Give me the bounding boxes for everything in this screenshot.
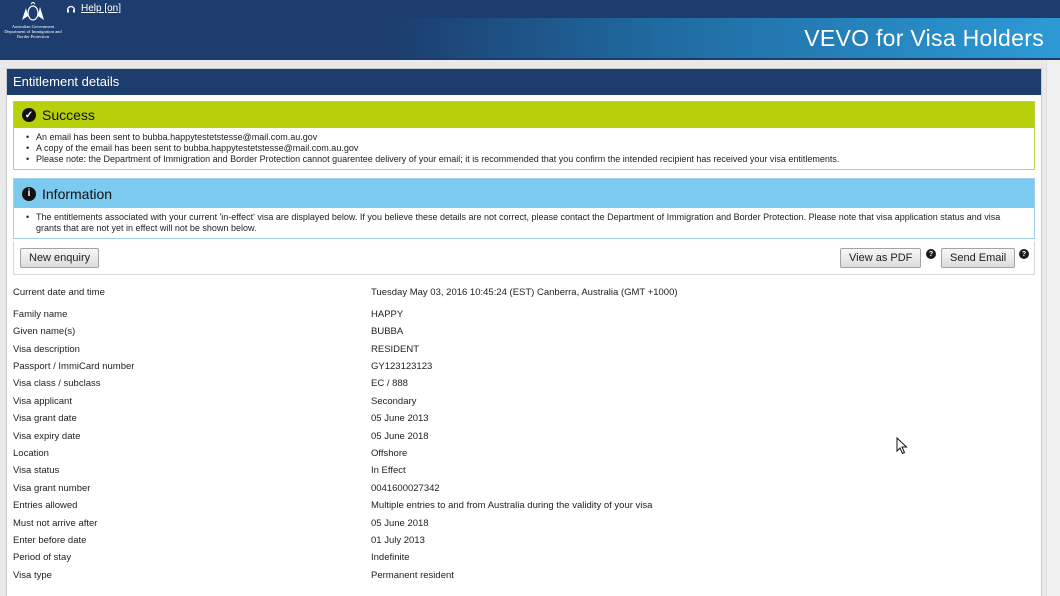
detail-value: 05 June 2018 bbox=[371, 431, 429, 442]
new-enquiry-button[interactable]: New enquiry bbox=[20, 248, 100, 268]
detail-label: Visa status bbox=[13, 465, 60, 476]
information-alert: i Information The entitlements associate… bbox=[13, 178, 1035, 239]
detail-value: GY123123123 bbox=[371, 361, 433, 372]
detail-value: HAPPY bbox=[371, 309, 404, 320]
detail-row: Visa type Permanent resident bbox=[13, 570, 1013, 584]
detail-row: Passport / ImmiCard number GY123123123 bbox=[13, 361, 1013, 375]
detail-label: Current date and time bbox=[13, 287, 105, 298]
success-messages: An email has been sent to bubba.happytes… bbox=[14, 128, 1034, 169]
detail-row: Current date and time Tuesday May 03, 201… bbox=[13, 287, 1013, 301]
detail-label: Entries allowed bbox=[13, 500, 78, 511]
detail-row: Family name HAPPY bbox=[13, 309, 1013, 323]
information-message: The entitlements associated with your cu… bbox=[26, 212, 1026, 234]
detail-row: Location Offshore bbox=[13, 448, 1013, 462]
detail-label: Visa grant number bbox=[13, 483, 91, 494]
detail-row: Visa expiry date 05 June 2018 bbox=[13, 431, 1013, 445]
detail-label: Visa type bbox=[13, 570, 52, 581]
detail-row: Entries allowed Multiple entries to and f… bbox=[13, 500, 1013, 514]
detail-label: Must not arrive after bbox=[13, 518, 98, 529]
detail-value: Indefinite bbox=[371, 552, 410, 563]
send-email-button[interactable]: Send Email bbox=[941, 248, 1016, 268]
detail-value: 05 June 2013 bbox=[371, 413, 429, 424]
success-message: An email has been sent to bubba.happytes… bbox=[26, 132, 1026, 143]
detail-row: Must not arrive after 05 June 2018 bbox=[13, 518, 1013, 532]
detail-row: Visa class / subclass EC / 888 bbox=[13, 378, 1013, 392]
detail-row: Enter before date 01 July 2013 bbox=[13, 535, 1013, 549]
detail-row: Visa grant number 0041600027342 bbox=[13, 483, 1013, 497]
top-banner: Australian Government Department of Immi… bbox=[0, 0, 1060, 60]
detail-label: Visa applicant bbox=[13, 396, 72, 407]
detail-row: Visa status In Effect bbox=[13, 465, 1013, 479]
detail-value: 0041600027342 bbox=[371, 483, 440, 494]
crest-text: Australian Government Department of Immi… bbox=[4, 24, 62, 39]
detail-label: Visa expiry date bbox=[13, 431, 81, 442]
detail-label: Location bbox=[13, 448, 49, 459]
detail-label: Visa class / subclass bbox=[13, 378, 101, 389]
headset-icon bbox=[66, 5, 76, 12]
detail-value: 05 June 2018 bbox=[371, 518, 429, 529]
detail-row: Visa description RESIDENT bbox=[13, 344, 1013, 358]
detail-label: Visa description bbox=[13, 344, 80, 355]
detail-label: Passport / ImmiCard number bbox=[13, 361, 135, 372]
info-circle-icon: i bbox=[22, 186, 36, 201]
help-link[interactable]: Help [on] bbox=[81, 3, 121, 14]
detail-value: 01 July 2013 bbox=[371, 535, 425, 546]
detail-value: Secondary bbox=[371, 396, 417, 407]
government-crest-logo: Australian Government Department of Immi… bbox=[4, 2, 62, 46]
information-title: Information bbox=[42, 185, 113, 202]
detail-value: Permanent resident bbox=[371, 570, 454, 581]
help-question-icon[interactable]: ? bbox=[1019, 249, 1029, 259]
detail-value: Offshore bbox=[371, 448, 408, 459]
detail-label: Visa grant date bbox=[13, 413, 77, 424]
help-question-icon[interactable]: ? bbox=[926, 249, 936, 259]
information-messages: The entitlements associated with your cu… bbox=[14, 208, 1034, 238]
detail-row: Given name(s) BUBBA bbox=[13, 326, 1013, 340]
detail-label: Family name bbox=[13, 309, 68, 320]
success-message: A copy of the email has been sent to bub… bbox=[26, 143, 1026, 154]
action-toolbar: New enquiry View as PDF ? Send Email ? bbox=[13, 241, 1035, 275]
success-alert: ✓ Success An email has been sent to bubb… bbox=[13, 101, 1035, 170]
entitlement-panel: Entitlement details ✓ Success An email h… bbox=[6, 68, 1042, 596]
success-title: Success bbox=[42, 107, 95, 123]
detail-label: Given name(s) bbox=[13, 326, 76, 337]
detail-value: Multiple entries to and from Australia d… bbox=[371, 500, 653, 511]
detail-value: RESIDENT bbox=[371, 344, 420, 355]
detail-label: Enter before date bbox=[13, 535, 87, 546]
app-title: VEVO for Visa Holders bbox=[804, 25, 1044, 51]
success-message: Please note: the Department of Immigrati… bbox=[26, 154, 1026, 165]
coat-of-arms-icon bbox=[22, 2, 44, 21]
help-toggle[interactable]: Help [on] bbox=[66, 3, 121, 14]
detail-value: BUBBA bbox=[371, 326, 404, 337]
view-as-pdf-button[interactable]: View as PDF bbox=[840, 248, 922, 268]
panel-title: Entitlement details bbox=[7, 69, 1041, 95]
page-scrollbar[interactable] bbox=[1046, 60, 1060, 596]
information-alert-header: i Information bbox=[14, 179, 1034, 208]
detail-label: Period of stay bbox=[13, 552, 72, 563]
success-alert-header: ✓ Success bbox=[14, 102, 1034, 128]
detail-value: EC / 888 bbox=[371, 378, 408, 389]
detail-value: Tuesday May 03, 2016 10:45:24 (EST) Canb… bbox=[371, 287, 678, 298]
mouse-pointer-icon bbox=[896, 437, 908, 455]
check-circle-icon: ✓ bbox=[22, 108, 36, 122]
detail-row: Visa applicant Secondary bbox=[13, 396, 1013, 410]
detail-value: In Effect bbox=[371, 465, 406, 476]
detail-row: Visa grant date 05 June 2013 bbox=[13, 413, 1013, 427]
detail-row: Period of stay Indefinite bbox=[13, 552, 1013, 566]
